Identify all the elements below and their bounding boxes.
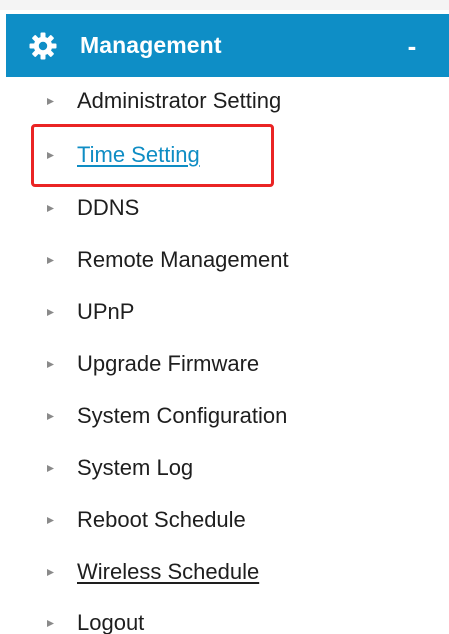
arrow-bullet-icon — [47, 361, 54, 368]
menu-item-label: Reboot Schedule — [77, 507, 246, 532]
top-divider — [0, 0, 449, 10]
menu-item-label: Wireless Schedule — [77, 559, 260, 584]
arrow-bullet-icon — [47, 465, 54, 472]
menu-item-reboot-schedule[interactable]: Reboot Schedule — [0, 496, 449, 544]
collapse-toggle[interactable]: - — [401, 33, 423, 59]
menu-item-system-configuration[interactable]: System Configuration — [0, 392, 449, 440]
arrow-bullet-icon — [47, 569, 54, 576]
menu-item-label: Time Setting — [77, 142, 200, 167]
management-header[interactable]: Management - — [6, 14, 449, 77]
section-title: Management — [80, 32, 222, 58]
menu-item-administrator-setting[interactable]: Administrator Setting — [0, 77, 449, 125]
menu-item-label: Remote Management — [77, 247, 289, 272]
menu-item-upgrade-firmware[interactable]: Upgrade Firmware — [0, 340, 449, 388]
arrow-bullet-icon — [47, 309, 54, 316]
menu-item-label: System Configuration — [77, 403, 288, 428]
arrow-bullet-icon — [47, 152, 54, 159]
menu-item-label: Logout — [77, 610, 145, 634]
menu-item-logout[interactable]: Logout — [0, 599, 449, 634]
arrow-bullet-icon — [47, 98, 54, 105]
arrow-bullet-icon — [47, 620, 54, 627]
arrow-bullet-icon — [47, 517, 54, 524]
menu-item-system-log[interactable]: System Log — [0, 444, 449, 492]
menu-item-time-setting[interactable]: Time Setting — [0, 131, 449, 179]
menu-item-label: DDNS — [77, 195, 140, 220]
gear-icon — [29, 32, 57, 59]
management-panel: Management - Administrator Setting Time … — [0, 0, 449, 634]
menu-item-label: UPnP — [77, 299, 135, 324]
menu-item-wireless-schedule[interactable]: Wireless Schedule — [0, 548, 449, 596]
menu-item-ddns[interactable]: DDNS — [0, 184, 449, 232]
menu-item-remote-management[interactable]: Remote Management — [0, 236, 449, 284]
menu-item-label: Upgrade Firmware — [77, 351, 260, 376]
menu-item-label: Administrator Setting — [77, 88, 282, 113]
menu-item-label: System Log — [77, 455, 194, 480]
arrow-bullet-icon — [47, 257, 54, 264]
arrow-bullet-icon — [47, 413, 54, 420]
menu-item-upnp[interactable]: UPnP — [0, 288, 449, 336]
arrow-bullet-icon — [47, 205, 54, 212]
